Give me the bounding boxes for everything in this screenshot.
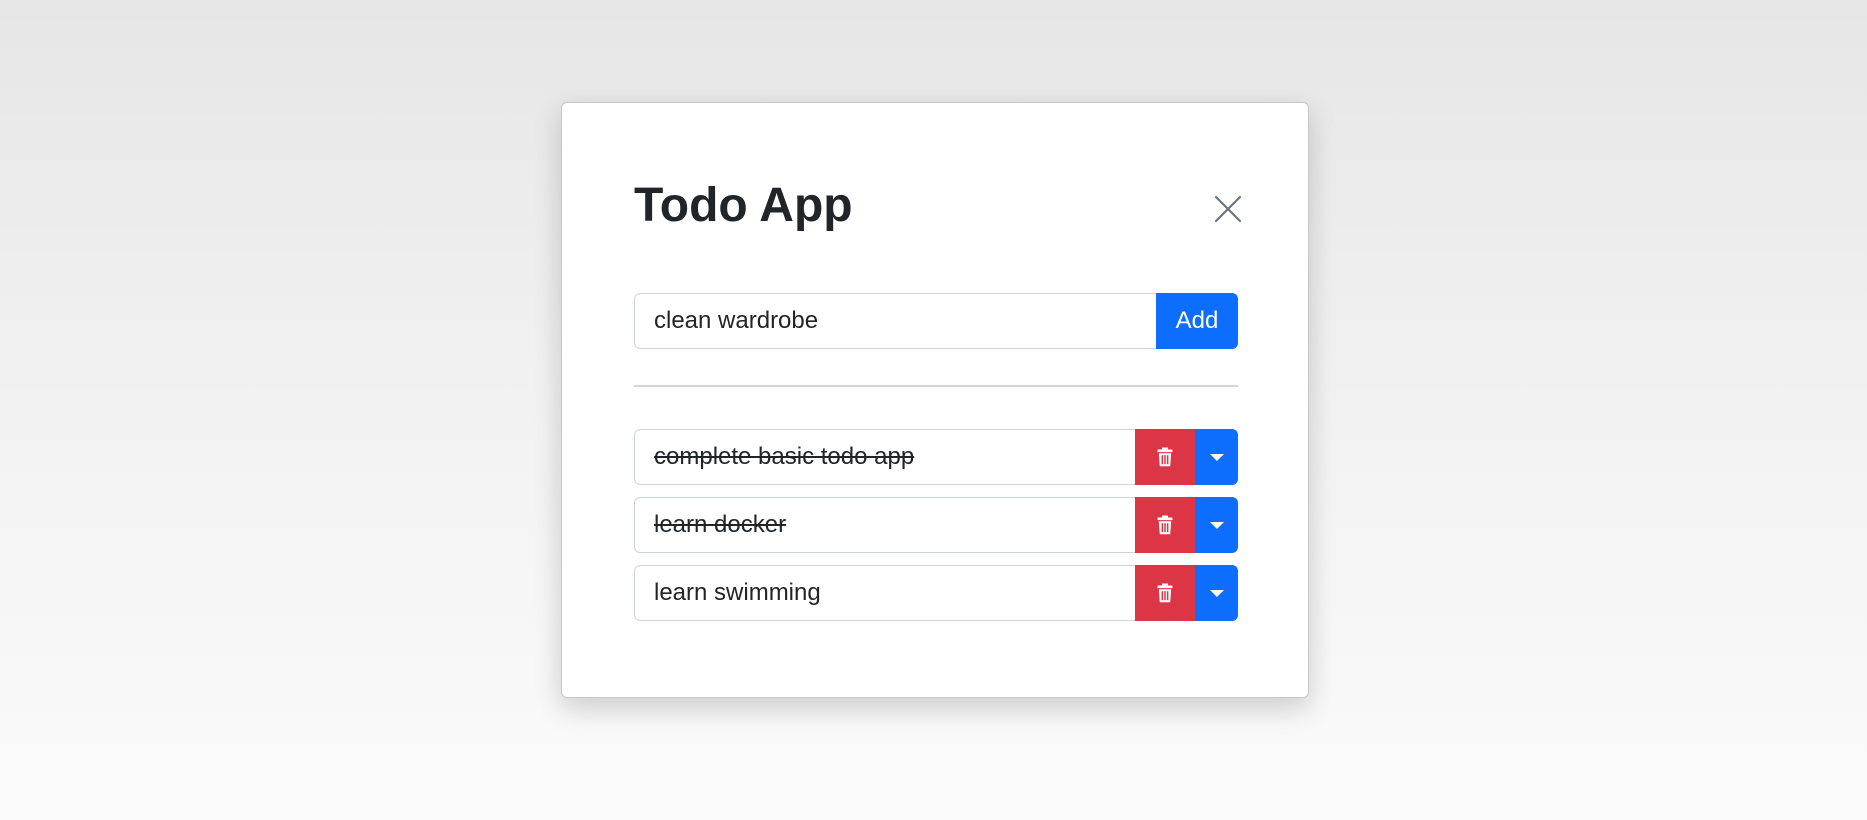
todo-text[interactable]: learn swimming (634, 565, 1135, 621)
delete-button[interactable] (1135, 565, 1195, 621)
close-button[interactable] (1208, 189, 1248, 229)
caret-down-icon (1209, 521, 1224, 529)
divider (634, 385, 1238, 387)
close-icon (1214, 195, 1242, 223)
trash-icon (1157, 447, 1173, 467)
add-todo-form: Add (634, 293, 1238, 349)
caret-down-icon (1209, 589, 1224, 597)
todo-text[interactable]: learn docker (634, 497, 1135, 553)
caret-down-icon (1209, 453, 1224, 461)
add-button[interactable]: Add (1156, 293, 1238, 349)
todo-item: complete basic todo app (634, 429, 1238, 485)
todo-text[interactable]: complete basic todo app (634, 429, 1135, 485)
trash-icon (1157, 515, 1173, 535)
todo-item: learn swimming (634, 565, 1238, 621)
trash-icon (1157, 583, 1173, 603)
dropdown-button[interactable] (1195, 497, 1238, 553)
dropdown-button[interactable] (1195, 565, 1238, 621)
delete-button[interactable] (1135, 497, 1195, 553)
page-title: Todo App (634, 179, 853, 232)
dropdown-button[interactable] (1195, 429, 1238, 485)
todo-item: learn docker (634, 497, 1238, 553)
todo-label: learn swimming (654, 579, 821, 606)
new-todo-input[interactable] (634, 293, 1156, 349)
todo-label: learn docker (654, 511, 787, 538)
todo-label: complete basic todo app (654, 443, 915, 470)
todo-list: complete basic todo app learn docker lea… (634, 429, 1238, 633)
delete-button[interactable] (1135, 429, 1195, 485)
todo-modal: Todo App Add complete basic todo app (561, 102, 1309, 698)
